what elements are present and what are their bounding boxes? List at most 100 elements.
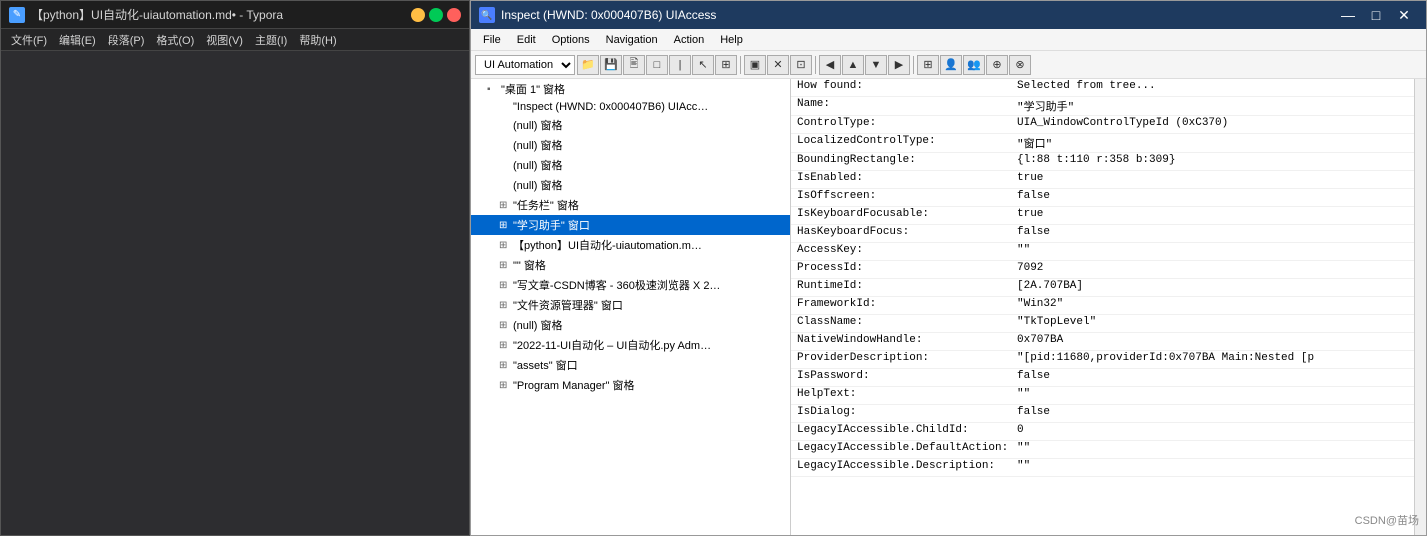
menu-inspect-action[interactable]: Action xyxy=(666,32,713,48)
inspect-icon: 🔍 xyxy=(479,7,495,23)
prop-name-how-found: How found: xyxy=(797,80,1017,95)
expand-icon-10: ⊞ xyxy=(499,260,511,271)
expand-icon-7: ⊞ xyxy=(499,200,511,211)
toolbar-btn-8[interactable]: ⊡ xyxy=(790,55,812,75)
tree-item-taskbar[interactable]: ⊞ "任务栏" 窗格 xyxy=(471,195,790,215)
prop-providerdescription: ProviderDescription: "[pid:11680,provide… xyxy=(791,351,1414,369)
toolbar-btn-9[interactable]: ⊞ xyxy=(917,55,939,75)
props-scrollbar[interactable] xyxy=(1414,79,1426,535)
menu-paragraph[interactable]: 段落(P) xyxy=(102,30,151,50)
prop-ispassword: IsPassword: false xyxy=(791,369,1414,387)
toolbar-btn-3[interactable]: 🖹 xyxy=(623,55,645,75)
watermark: CSDN@苗场 xyxy=(1355,512,1419,528)
toolbar-btn-right[interactable]: ▶ xyxy=(888,55,910,75)
toolbar-btn-10[interactable]: 👤 xyxy=(940,55,962,75)
prop-name-helptext: HelpText: xyxy=(797,388,1017,403)
tree-item-null-5[interactable]: ⊞ (null) 窗格 xyxy=(471,315,790,335)
maximize-button[interactable] xyxy=(429,8,443,22)
close-button[interactable] xyxy=(447,8,461,22)
inspect-window: 🔍 Inspect (HWND: 0x000407B6) UIAccess — … xyxy=(470,0,1427,536)
tree-item-empty[interactable]: ⊞ "" 窗格 xyxy=(471,255,790,275)
menu-inspect-edit[interactable]: Edit xyxy=(509,32,544,48)
tree-item-explorer[interactable]: ⊞ "文件资源管理器" 窗口 xyxy=(471,295,790,315)
tree-item-python[interactable]: ⊞ 【python】UI自动化-uiautomation.m… xyxy=(471,235,790,255)
expand-icon-9: ⊞ xyxy=(499,240,511,251)
tree-item-null-1[interactable]: (null) 窗格 xyxy=(471,115,790,135)
menu-edit[interactable]: 编辑(E) xyxy=(53,30,102,50)
prop-nativewindowhandle: NativeWindowHandle: 0x707BA xyxy=(791,333,1414,351)
prop-how-found: How found: Selected from tree... xyxy=(791,79,1414,97)
menu-inspect-navigation[interactable]: Navigation xyxy=(598,32,666,48)
tree-item-null-4[interactable]: (null) 窗格 xyxy=(471,175,790,195)
prop-isoffscreen: IsOffscreen: false xyxy=(791,189,1414,207)
toolbar-btn-12[interactable]: ⊕ xyxy=(986,55,1008,75)
automation-dropdown[interactable]: UI Automation xyxy=(475,55,575,75)
toolbar-btn-13[interactable]: ⊗ xyxy=(1009,55,1031,75)
prop-legacydefaultaction: LegacyIAccessible.DefaultAction: "" xyxy=(791,441,1414,459)
toolbar-btn-7[interactable]: ▣ xyxy=(744,55,766,75)
toolbar-btn-left[interactable]: ◀ xyxy=(819,55,841,75)
prop-iskeyboardfocusable: IsKeyboardFocusable: true xyxy=(791,207,1414,225)
prop-val-isenabled: true xyxy=(1017,172,1408,187)
prop-name-localizedcontroltype: LocalizedControlType: xyxy=(797,135,1017,151)
expand-icon-16: ⊞ xyxy=(499,380,511,391)
toolbar-btn-4[interactable]: □ xyxy=(646,55,668,75)
prop-name-runtimeid: RuntimeId: xyxy=(797,280,1017,295)
prop-val-ispassword: false xyxy=(1017,370,1408,385)
tree-item-assets[interactable]: ⊞ "assets" 窗口 xyxy=(471,355,790,375)
toolbar-btn-2[interactable]: 💾 xyxy=(600,55,622,75)
toolbar-btn-6[interactable]: ⊞ xyxy=(715,55,737,75)
inspect-close-button[interactable]: ✕ xyxy=(1390,1,1418,29)
menu-format[interactable]: 格式(O) xyxy=(150,30,200,50)
prop-name-isdialog: IsDialog: xyxy=(797,406,1017,421)
prop-val-legacydefaultaction: "" xyxy=(1017,442,1408,457)
expand-icon-14: ⊞ xyxy=(499,340,511,351)
toolbar-btn-up[interactable]: ▲ xyxy=(842,55,864,75)
prop-isdialog: IsDialog: false xyxy=(791,405,1414,423)
typora-title: 【python】UI自动化-uiautomation.md• - Typora xyxy=(31,6,411,23)
toolbar-btn-x[interactable]: ✕ xyxy=(767,55,789,75)
tree-item-program-manager[interactable]: ⊞ "Program Manager" 窗格 xyxy=(471,375,790,395)
tree-item-inspect[interactable]: "Inspect (HWND: 0x000407B6) UIAcc… xyxy=(471,99,790,115)
prop-name-haskeyboardfocus: HasKeyboardFocus: xyxy=(797,226,1017,241)
tree-item-learning[interactable]: ⊞ "学习助手" 窗口 xyxy=(471,215,790,235)
menu-inspect-help[interactable]: Help xyxy=(712,32,751,48)
tree-item-desktop[interactable]: ▪ "桌面 1" 窗格 xyxy=(471,79,790,99)
toolbar-btn-5[interactable]: | xyxy=(669,55,691,75)
inspect-minimize-button[interactable]: — xyxy=(1334,1,1362,29)
prop-val-accesskey: "" xyxy=(1017,244,1408,259)
tree-item-blog[interactable]: ⊞ "写文章-CSDN博客 - 360极速浏览器 X 2… xyxy=(471,275,790,295)
toolbar-btn-11[interactable]: 👥 xyxy=(963,55,985,75)
typora-icon: ✎ xyxy=(9,7,25,23)
menu-help[interactable]: 帮助(H) xyxy=(293,30,342,50)
prop-accesskey: AccessKey: "" xyxy=(791,243,1414,261)
tree-item-null-2[interactable]: (null) 窗格 xyxy=(471,135,790,155)
menu-inspect-file[interactable]: File xyxy=(475,32,509,48)
toolbar-cursor-btn[interactable]: ↖ xyxy=(692,55,714,75)
tree-item-null-3[interactable]: (null) 窗格 xyxy=(471,155,790,175)
menu-view[interactable]: 视图(V) xyxy=(200,30,249,50)
props-panel: How found: Selected from tree... Name: "… xyxy=(791,79,1414,535)
prop-name-accesskey: AccessKey: xyxy=(797,244,1017,259)
toolbar-btn-down[interactable]: ▼ xyxy=(865,55,887,75)
prop-haskeyboardfocus: HasKeyboardFocus: false xyxy=(791,225,1414,243)
toolbar-btn-1[interactable]: 📁 xyxy=(577,55,599,75)
menu-theme[interactable]: 主题(I) xyxy=(249,30,293,50)
expand-icon-11: ⊞ xyxy=(499,280,511,291)
prop-val-isdialog: false xyxy=(1017,406,1408,421)
prop-helptext: HelpText: "" xyxy=(791,387,1414,405)
inspect-restore-button[interactable]: □ xyxy=(1362,1,1390,29)
prop-classname: ClassName: "TkTopLevel" xyxy=(791,315,1414,333)
inspect-titlebar: 🔍 Inspect (HWND: 0x000407B6) UIAccess — … xyxy=(471,1,1426,29)
tree-item-2022[interactable]: ⊞ "2022-11-UI自动化 – UI自动化.py Adm… xyxy=(471,335,790,355)
expand-icon-15: ⊞ xyxy=(499,360,511,371)
prop-boundingrectangle: BoundingRectangle: {l:88 t:110 r:358 b:3… xyxy=(791,153,1414,171)
menu-file[interactable]: 文件(F) xyxy=(5,30,53,50)
toolbar-sep-3 xyxy=(913,56,914,74)
menu-inspect-options[interactable]: Options xyxy=(544,32,598,48)
inspect-body: ▪ "桌面 1" 窗格 "Inspect (HWND: 0x000407B6) … xyxy=(471,79,1426,535)
typora-win-controls xyxy=(411,8,461,22)
prop-name-processid: ProcessId: xyxy=(797,262,1017,277)
prop-val-classname: "TkTopLevel" xyxy=(1017,316,1408,331)
minimize-button[interactable] xyxy=(411,8,425,22)
